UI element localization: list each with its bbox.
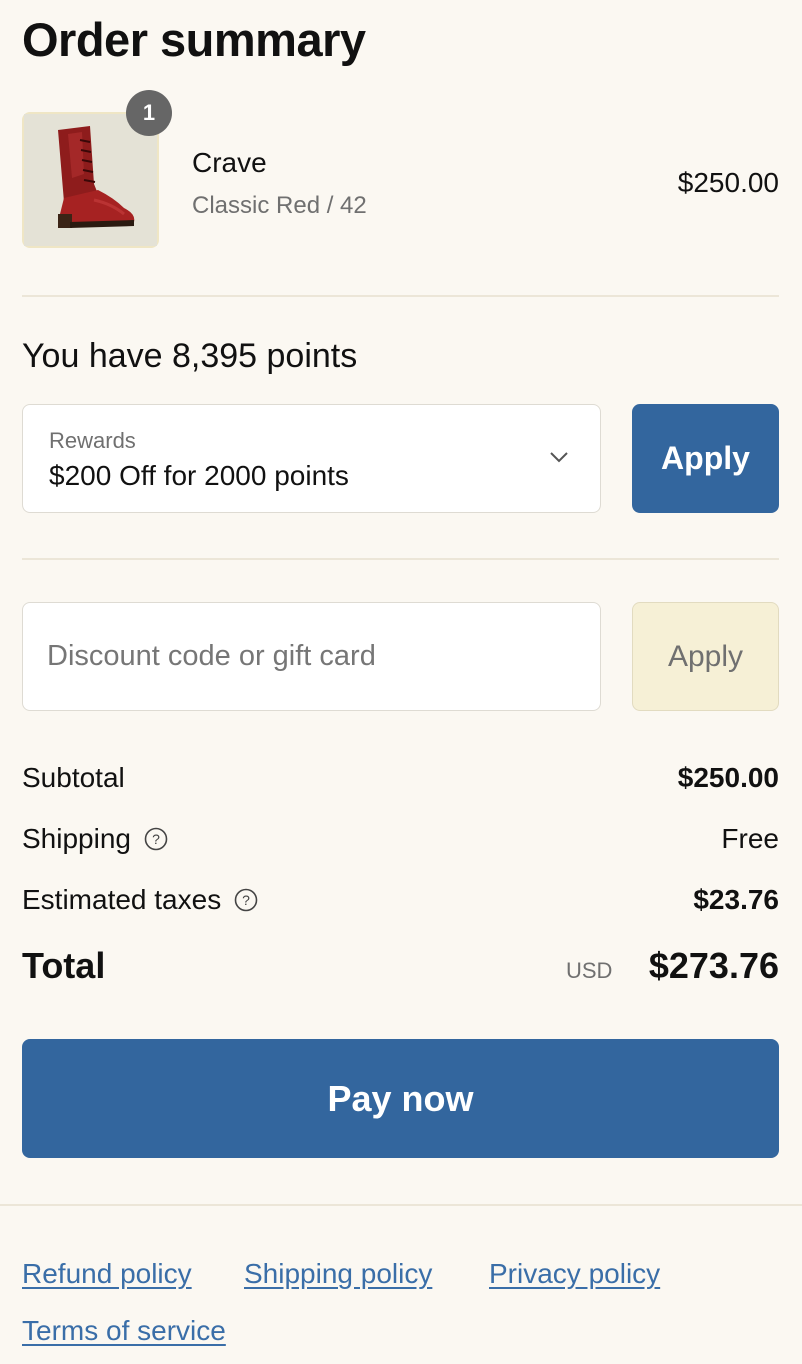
rewards-select-label: Rewards	[49, 428, 136, 453]
chevron-down-icon	[550, 452, 568, 463]
subtotal-label-text: Subtotal	[22, 762, 125, 793]
rewards-select-value: $200 Off for 2000 points	[49, 460, 349, 491]
boot-image-icon	[24, 114, 157, 246]
total-currency: USD	[566, 958, 613, 983]
discount-code-input[interactable]	[22, 602, 601, 711]
shipping-label-text: Shipping	[22, 823, 131, 854]
divider	[22, 558, 779, 560]
refund-policy-link[interactable]: Refund policy	[22, 1258, 192, 1290]
product-name: Crave	[192, 147, 267, 178]
total-value: $273.76	[648, 945, 779, 986]
product-price: $250.00	[677, 167, 779, 198]
total-label: Total	[22, 945, 106, 986]
shipping-policy-link[interactable]: Shipping policy	[244, 1258, 432, 1290]
quantity-badge: 1	[126, 90, 172, 136]
pay-now-button[interactable]: Pay now	[22, 1039, 779, 1158]
privacy-policy-link[interactable]: Privacy policy	[489, 1258, 660, 1290]
taxes-label-text: Estimated taxes	[22, 884, 222, 915]
svg-text:?: ?	[242, 892, 250, 908]
shipping-label: Shipping ?	[22, 823, 169, 855]
question-circle-icon[interactable]: ?	[233, 887, 259, 913]
rewards-select[interactable]: Rewards $200 Off for 2000 points	[22, 404, 601, 513]
subtotal-value: $250.00	[677, 762, 779, 793]
product-variant: Classic Red / 42	[192, 192, 367, 219]
taxes-label: Estimated taxes ?	[22, 884, 259, 916]
points-balance: You have 8,395 points	[22, 337, 358, 375]
apply-discount-button[interactable]: Apply	[632, 602, 779, 711]
divider	[22, 295, 779, 297]
taxes-value: $23.76	[693, 884, 779, 915]
page-title: Order summary	[22, 13, 366, 66]
subtotal-label: Subtotal	[22, 762, 125, 794]
terms-of-service-link[interactable]: Terms of service	[22, 1315, 226, 1347]
apply-rewards-button[interactable]: Apply	[632, 404, 779, 513]
footer-divider	[0, 1204, 802, 1206]
question-circle-icon[interactable]: ?	[143, 826, 169, 852]
shipping-value: Free	[721, 823, 779, 854]
svg-text:?: ?	[152, 831, 160, 847]
